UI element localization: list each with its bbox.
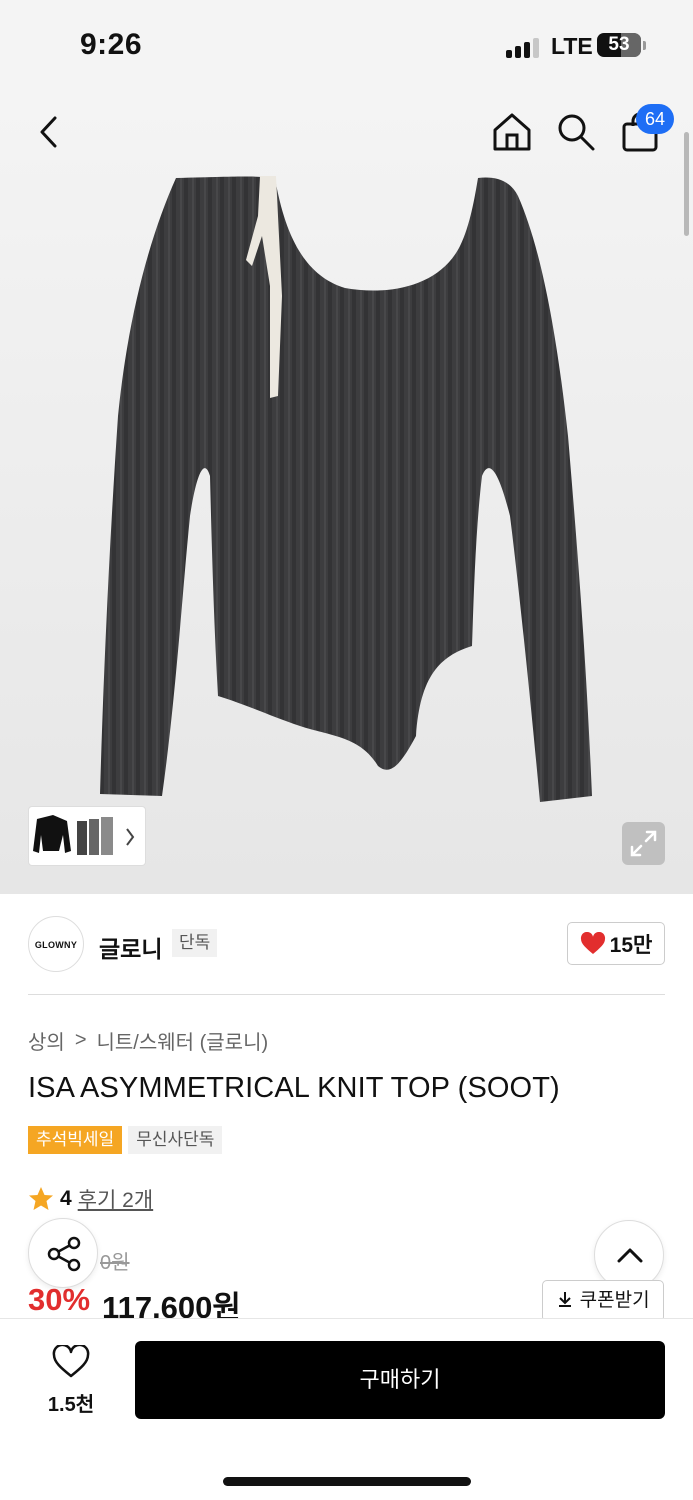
product-tags: 추석빅세일 무신사단독	[28, 1126, 223, 1154]
brand-like-button[interactable]: 15만	[567, 922, 665, 965]
signal-icon	[506, 36, 542, 58]
expand-image-button[interactable]	[622, 822, 665, 865]
status-bar: 9:26 LTE 53	[0, 0, 693, 90]
breadcrumb-separator: >	[74, 1029, 87, 1051]
heart-outline-icon	[52, 1343, 90, 1378]
battery-icon: 53	[597, 33, 641, 57]
search-button[interactable]	[554, 110, 598, 154]
cart-count-badge: 64	[636, 104, 674, 134]
download-icon	[559, 1292, 572, 1307]
home-indicator	[223, 1477, 471, 1486]
coupon-label: 쿠폰받기	[579, 1290, 650, 1311]
bottom-action-bar: 1.5천 구매하기	[0, 1318, 693, 1500]
back-button[interactable]	[28, 110, 72, 154]
exclusive-tag: 무신사단독	[128, 1126, 223, 1154]
home-icon	[493, 113, 531, 151]
breadcrumb-category[interactable]: 상의	[28, 1026, 65, 1055]
rating-score: 4	[60, 1187, 72, 1210]
brand-row: GLOWNY 글로니 단독 15만	[28, 916, 665, 972]
original-price: 0원	[100, 1252, 130, 1274]
brand-name[interactable]: 글로니	[99, 930, 162, 964]
variant-thumbnail-images	[33, 815, 135, 855]
buy-button[interactable]: 구매하기	[135, 1341, 665, 1419]
brand-exclusive-tag: 단독	[172, 929, 218, 957]
coupon-button[interactable]: 쿠폰받기	[542, 1280, 664, 1322]
brand-logo[interactable]: GLOWNY	[28, 916, 84, 972]
rating: 4 후기 2개	[28, 1184, 153, 1214]
battery-level: 53	[608, 34, 630, 55]
review-link[interactable]: 후기 2개	[78, 1184, 153, 1214]
status-time: 9:26	[80, 28, 143, 61]
sale-tag: 추석빅세일	[28, 1126, 123, 1154]
chevron-left-icon	[40, 116, 57, 148]
home-button[interactable]	[490, 110, 534, 154]
scroll-indicator	[684, 132, 689, 236]
breadcrumb: 상의 > 니트/스웨터 (글로니)	[28, 1026, 268, 1055]
star-icon	[29, 1187, 53, 1210]
battery-tip	[643, 41, 646, 50]
search-icon	[558, 114, 595, 151]
heart-filled-icon	[580, 931, 605, 954]
share-icon	[47, 1236, 81, 1272]
expand-icon	[630, 830, 657, 857]
share-button[interactable]	[28, 1218, 98, 1288]
wishlist-count: 1.5천	[47, 1394, 95, 1416]
network-type: LTE	[551, 33, 593, 59]
product-image-area[interactable]: 64	[0, 90, 693, 894]
product-photo	[100, 176, 592, 802]
divider	[28, 994, 665, 995]
product-title: ISA ASYMMETRICAL KNIT TOP (SOOT)	[28, 1072, 560, 1104]
color-variant-thumbnails[interactable]	[28, 806, 146, 866]
breadcrumb-subcategory[interactable]: 니트/스웨터 (글로니)	[97, 1026, 269, 1055]
wishlist-button[interactable]: 1.5천	[36, 1343, 106, 1416]
brand-like-count: 15만	[609, 933, 653, 957]
